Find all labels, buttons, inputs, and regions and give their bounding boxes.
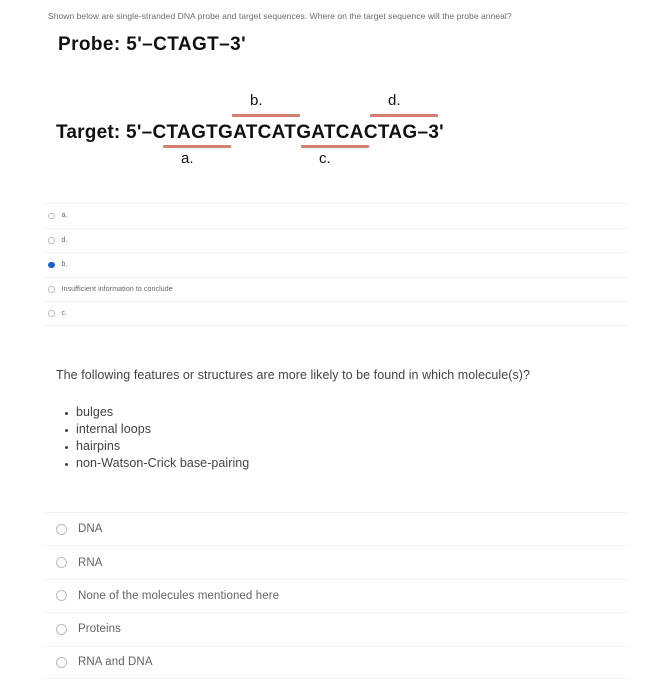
radio-icon[interactable] [48, 212, 55, 220]
option-row[interactable]: c. [44, 301, 628, 326]
option-label: Insufficient information to conclude [61, 286, 173, 294]
annotation-label-b: b. [250, 92, 263, 109]
option-row[interactable]: DNA [44, 512, 628, 545]
question-2-options: DNA RNA None of the molecules mentioned … [44, 512, 628, 679]
annotation-underline-b [232, 114, 300, 117]
option-label: b. [61, 261, 68, 269]
option-label: Proteins [78, 623, 121, 636]
annotation-underline-c [301, 145, 369, 148]
radio-icon[interactable] [56, 656, 67, 668]
question-2-bullet-list: bulges internal loops hairpins non-Watso… [62, 404, 249, 472]
annotation-label-c: c. [319, 150, 331, 167]
list-item: internal loops [64, 421, 249, 438]
option-row[interactable]: Insufficient information to conclude [44, 276, 628, 302]
option-row[interactable]: None of the molecules mentioned here [44, 578, 628, 612]
probe-sequence: 5'–CTAGT–3' [126, 34, 246, 55]
radio-icon[interactable] [56, 523, 67, 535]
radio-icon[interactable] [48, 286, 55, 293]
radio-icon[interactable] [56, 557, 67, 569]
annotation-label-a: a. [181, 150, 194, 167]
annotation-underline-a [163, 145, 231, 148]
option-label: RNA [78, 556, 103, 569]
target-sequence: 5'–CTAGTGATCATGATCACTAG–3' [125, 122, 444, 143]
annotation-label-d: d. [388, 92, 401, 109]
radio-icon[interactable] [48, 237, 55, 244]
target-sequence-diagram: b. d. Target: 5'–CTAGTGATCATGATCACTAG–3'… [0, 92, 672, 182]
option-label: DNA [78, 523, 103, 536]
target-line: Target: 5'–CTAGTGATCATGATCACTAG–3' [56, 122, 444, 144]
list-item: hairpins [64, 438, 249, 455]
option-row-selected[interactable]: b. [44, 252, 628, 277]
radio-icon[interactable] [56, 590, 67, 602]
option-label: c. [61, 310, 68, 318]
annotation-underline-d [370, 114, 438, 117]
option-row[interactable]: d. [44, 227, 628, 253]
option-label: None of the molecules mentioned here [78, 589, 280, 602]
question-1-prompt: Shown below are single-stranded DNA prob… [48, 11, 512, 21]
option-label: a. [61, 212, 68, 220]
question-2-prompt: The following features or structures are… [56, 368, 530, 382]
option-label: RNA and DNA [78, 656, 153, 669]
option-label: d. [61, 236, 68, 244]
option-row[interactable]: a. [44, 203, 628, 228]
radio-icon[interactable] [48, 310, 55, 317]
probe-label: Probe: [58, 34, 121, 55]
target-label: Target: [56, 122, 121, 143]
question-1-options: a. d. b. Insufficient information to con… [44, 203, 628, 326]
question-1-figure: Shown below are single-stranded DNA prob… [0, 0, 672, 196]
option-row[interactable]: RNA [44, 545, 628, 578]
option-row[interactable]: RNA and DNA [44, 645, 628, 679]
radio-icon-selected[interactable] [48, 261, 55, 269]
probe-line: Probe: 5'–CTAGT–3' [58, 34, 246, 56]
radio-icon[interactable] [56, 623, 67, 635]
list-item: bulges [64, 404, 249, 421]
list-item: non-Watson-Crick base-pairing [64, 456, 250, 470]
option-row[interactable]: Proteins [44, 612, 628, 645]
